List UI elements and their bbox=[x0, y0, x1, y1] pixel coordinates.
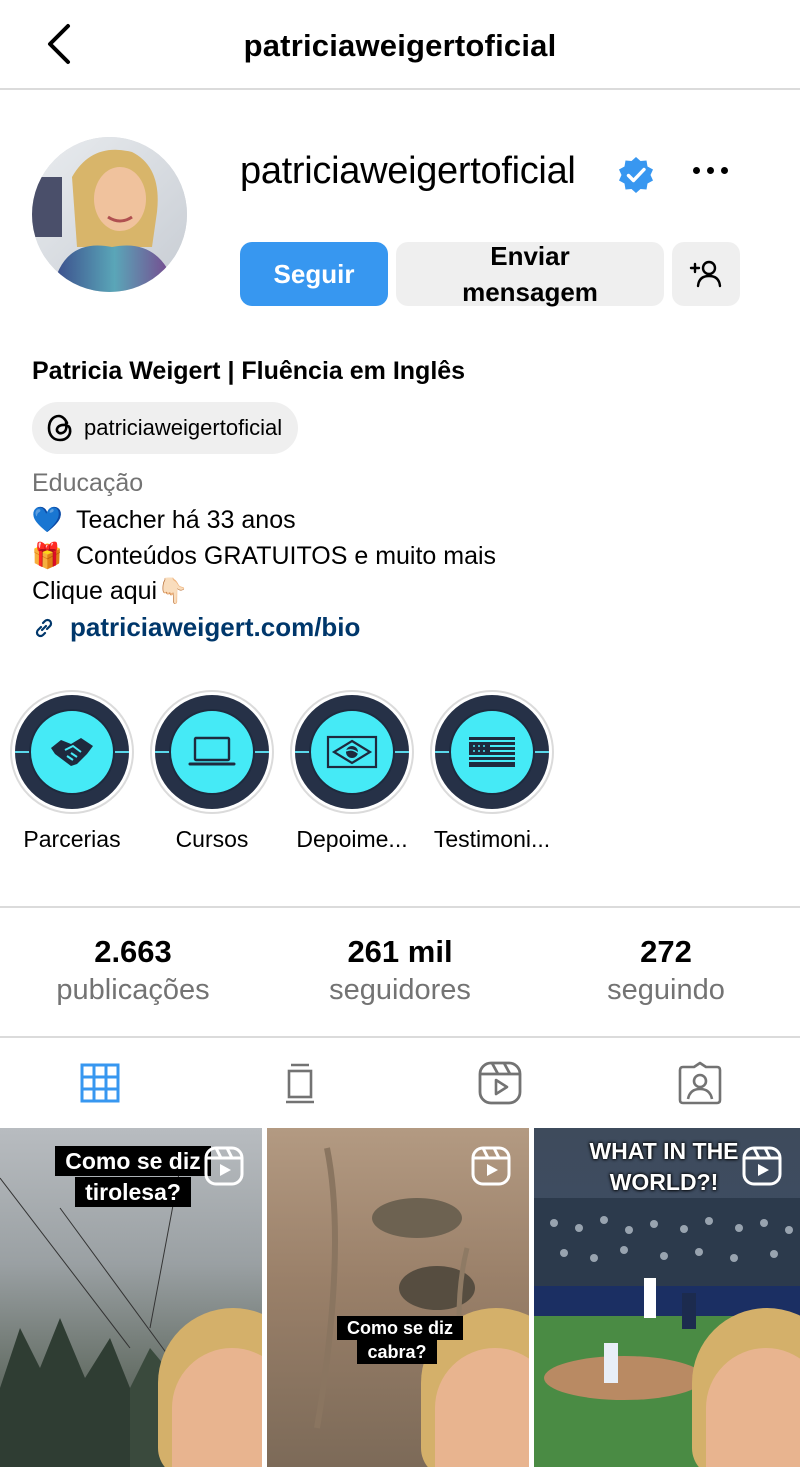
bio-website-link[interactable]: patriciaweigert.com/bio bbox=[32, 612, 360, 643]
more-dot bbox=[720, 166, 728, 174]
add-user-icon bbox=[689, 260, 722, 288]
profile-stats: 2.663 publicações 261 mil seguidores 272… bbox=[0, 906, 800, 1038]
highlight-cover bbox=[15, 695, 129, 809]
stat-followers[interactable]: 261 mil seguidores bbox=[267, 934, 533, 1007]
threads-icon bbox=[47, 414, 72, 442]
profile-category: Educação bbox=[32, 469, 144, 497]
highlight-label: Cursos bbox=[175, 826, 249, 852]
highlight-cover bbox=[295, 695, 409, 809]
follow-label: Seguir bbox=[273, 258, 355, 289]
reel-badge-icon bbox=[471, 1146, 511, 1186]
bio-text-1: Teacher há 33 anos bbox=[76, 505, 296, 534]
highlight-ring bbox=[290, 690, 414, 814]
profile-full-name: Patricia Weigert | Fluência em Inglês bbox=[32, 357, 466, 385]
highlight-testimonials[interactable]: Testimoni... bbox=[422, 690, 562, 853]
highlight-ring bbox=[430, 690, 554, 814]
suggest-users-button[interactable] bbox=[672, 242, 740, 306]
posts-grid: Como se diz tirolesa? Como se diz cabra? bbox=[0, 1128, 800, 1467]
post-tile[interactable]: WHAT IN THE WORLD?! bbox=[534, 1128, 800, 1467]
post-caption: Como se diz cabra? bbox=[337, 1316, 464, 1365]
link-icon bbox=[35, 618, 53, 637]
post-caption: Como se diz tirolesa? bbox=[38, 1146, 228, 1208]
highlight-label: Depoime... bbox=[296, 826, 408, 852]
more-dot bbox=[692, 166, 700, 174]
tagged-icon bbox=[678, 1061, 722, 1105]
stat-following-label: seguindo bbox=[607, 974, 725, 1006]
laptop-icon bbox=[188, 736, 236, 766]
stat-posts-label: publicações bbox=[56, 974, 210, 1006]
grid-icon bbox=[80, 1063, 120, 1103]
more-options-button[interactable] bbox=[686, 150, 734, 190]
send-message-button[interactable]: Enviar mensagem bbox=[396, 241, 664, 307]
bio-line-2: 🎁 Conteúdos GRATUITOS e muito mais bbox=[31, 541, 497, 571]
handshake-icon bbox=[51, 738, 93, 766]
follow-button[interactable]: Seguir bbox=[240, 242, 388, 306]
stat-following-value: 272 bbox=[640, 934, 692, 969]
highlight-depoimentos[interactable]: Depoime... bbox=[282, 690, 422, 853]
header-title: patriciaweigertoficial bbox=[243, 28, 557, 63]
post-tile[interactable]: Como se diz cabra? bbox=[267, 1128, 529, 1467]
stat-posts-value: 2.663 bbox=[94, 934, 172, 969]
profile-tabs bbox=[0, 1040, 800, 1126]
story-highlights: Parcerias Cursos Depoime... Testimoni... bbox=[0, 690, 800, 870]
message-label-line2: mensagem bbox=[462, 277, 598, 307]
usa-flag-icon bbox=[469, 737, 515, 767]
bio-line-3: Clique aqui👇🏻 bbox=[32, 577, 188, 606]
reels-icon bbox=[478, 1061, 522, 1105]
guide-icon bbox=[286, 1063, 314, 1104]
tab-guides[interactable] bbox=[200, 1040, 400, 1126]
stat-following[interactable]: 272 seguindo bbox=[533, 934, 799, 1007]
more-dot bbox=[706, 166, 714, 174]
blue-heart-icon: 💙 bbox=[31, 505, 63, 534]
avatar-photo bbox=[32, 137, 187, 292]
bio-line-1: 💙 Teacher há 33 anos bbox=[31, 505, 296, 535]
reel-badge-icon bbox=[742, 1146, 782, 1186]
stat-followers-label: seguidores bbox=[329, 974, 471, 1006]
highlight-cover bbox=[435, 695, 549, 809]
highlight-ring bbox=[150, 690, 274, 814]
reel-badge-icon bbox=[204, 1146, 244, 1186]
message-label-line1: Enviar bbox=[490, 241, 570, 271]
brazil-flag-icon bbox=[326, 735, 378, 769]
highlight-label: Testimoni... bbox=[433, 826, 551, 852]
highlight-cursos[interactable]: Cursos bbox=[142, 690, 282, 853]
threads-profile-link[interactable]: patriciaweigertoficial bbox=[32, 402, 299, 454]
top-bar: patriciaweigertoficial bbox=[0, 0, 800, 90]
stat-followers-value: 261 mil bbox=[347, 934, 453, 969]
profile-avatar[interactable] bbox=[32, 137, 187, 292]
stat-posts[interactable]: 2.663 publicações bbox=[0, 934, 266, 1007]
post-caption: WHAT IN THE WORLD?! bbox=[589, 1138, 739, 1196]
profile-username: patriciaweigertoficial bbox=[240, 150, 576, 192]
highlight-parcerias[interactable]: Parcerias bbox=[2, 690, 142, 853]
tab-tagged[interactable] bbox=[600, 1040, 800, 1126]
highlight-label: Parcerias bbox=[23, 826, 121, 852]
bio-cta: Clique aqui👇🏻 bbox=[32, 577, 189, 605]
verified-badge-icon bbox=[619, 157, 653, 193]
bio-text-2: Conteúdos GRATUITOS e muito mais bbox=[76, 541, 497, 570]
tab-reels[interactable] bbox=[400, 1040, 600, 1126]
tab-posts[interactable] bbox=[0, 1040, 200, 1126]
post-tile[interactable]: Como se diz tirolesa? bbox=[0, 1128, 262, 1467]
highlight-ring bbox=[10, 690, 134, 814]
highlight-cover bbox=[155, 695, 269, 809]
gift-icon: 🎁 bbox=[31, 541, 63, 570]
threads-handle: patriciaweigertoficial bbox=[84, 415, 283, 440]
bio-link-text: patriciaweigert.com/bio bbox=[70, 612, 361, 642]
